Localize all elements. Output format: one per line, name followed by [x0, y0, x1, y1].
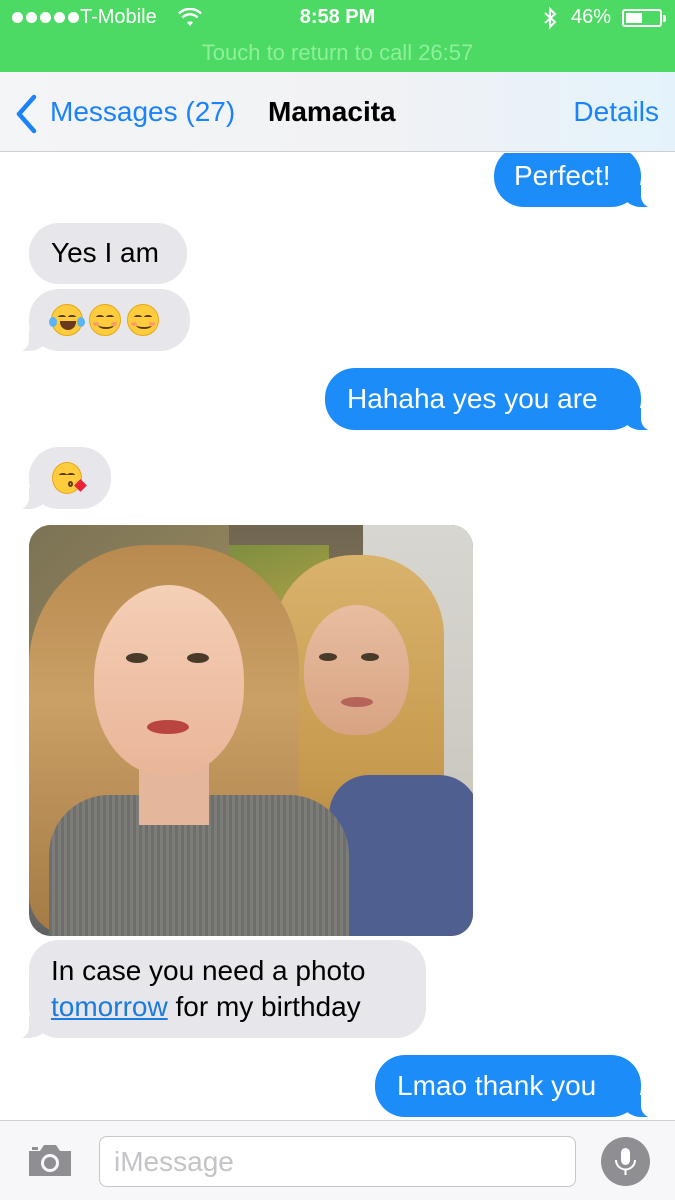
outgoing-message[interactable]: Perfect! [494, 153, 663, 208]
status-bar: T-Mobile 8:58 PM 46% Touch to return to … [0, 0, 675, 72]
incoming-emoji-message[interactable] [7, 289, 190, 352]
back-chevron-icon[interactable] [14, 94, 40, 134]
message-text: In case you need a photo tomorrow for my… [51, 955, 366, 1022]
message-text: Hahaha yes you are [347, 383, 598, 414]
bluetooth-icon [544, 6, 557, 30]
photo-attachment[interactable] [29, 525, 473, 936]
laughing-crying-emoji-icon [49, 304, 85, 336]
incoming-message[interactable]: In case you need a photo tomorrow for my… [7, 940, 426, 1039]
back-button[interactable]: Messages (27) [50, 96, 235, 128]
message-text: Yes I am [51, 237, 159, 268]
kiss-face-emoji-icon [52, 462, 87, 494]
imessage-input[interactable] [99, 1136, 576, 1187]
smiling-face-emoji-icon [127, 304, 159, 336]
navigation-bar: Messages (27) Mamacita Details [0, 72, 675, 152]
incoming-message[interactable]: Yes I am [29, 223, 187, 284]
battery-icon [622, 9, 666, 27]
message-text: Lmao thank you [397, 1070, 597, 1101]
conversation-title: Mamacita [268, 96, 396, 127]
smiling-face-emoji-icon [89, 304, 121, 336]
message-thread[interactable]: Perfect! Yes I am Hahaha yes you are In … [0, 153, 675, 1120]
incoming-emoji-message[interactable] [7, 447, 111, 510]
camera-icon[interactable] [26, 1143, 74, 1179]
microphone-icon [615, 1148, 636, 1175]
details-button[interactable]: Details [573, 96, 659, 128]
compose-bar [0, 1120, 675, 1200]
status-row: T-Mobile 8:58 PM 46% [0, 6, 675, 32]
outgoing-message[interactable]: Lmao thank you [375, 1055, 663, 1118]
microphone-button[interactable] [601, 1137, 650, 1186]
message-text: Perfect! [514, 160, 611, 191]
battery-percentage: 46% [571, 6, 612, 28]
outgoing-message[interactable]: Hahaha yes you are [325, 368, 663, 431]
return-to-call-banner[interactable]: Touch to return to call 26:57 [0, 40, 675, 66]
date-link[interactable]: tomorrow [51, 991, 168, 1022]
